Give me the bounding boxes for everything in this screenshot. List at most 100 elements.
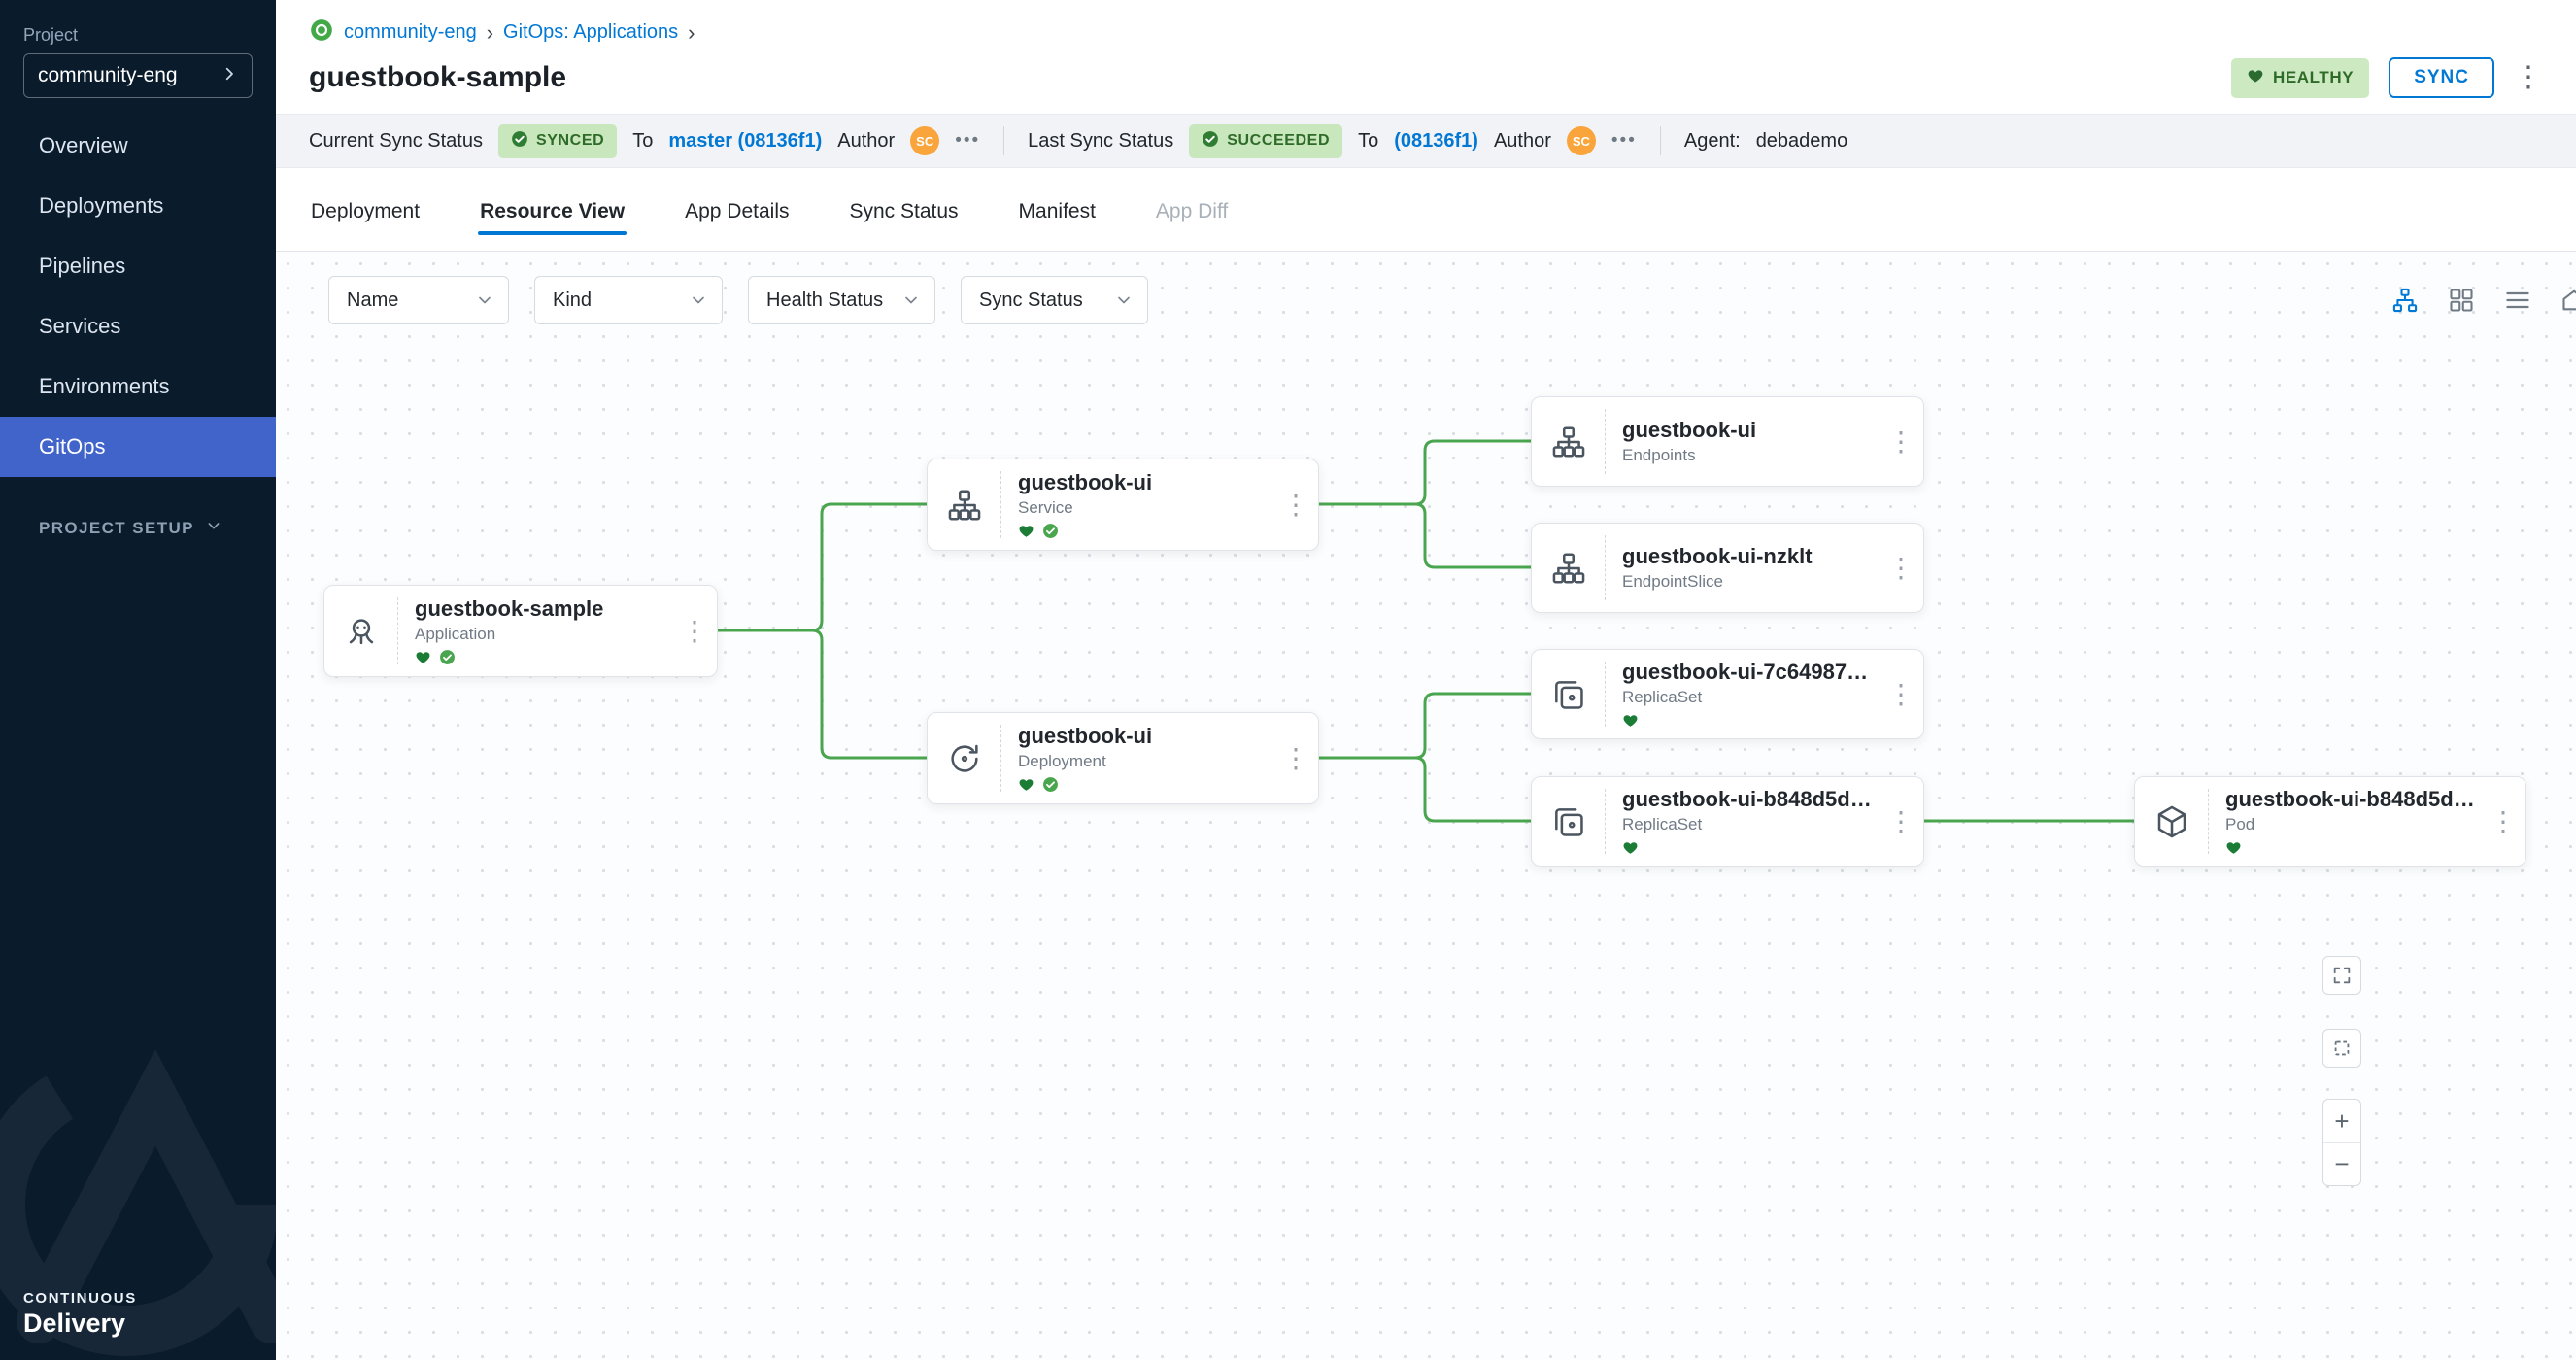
sidebar-item-services[interactable]: Services — [0, 296, 276, 357]
node-service-guestbook-ui[interactable]: guestbook-ui Service ⋮ — [927, 459, 1319, 551]
service-icon — [928, 471, 1001, 538]
node-status — [1622, 839, 1879, 856]
divider — [1660, 126, 1661, 155]
header-menu-kebab-icon[interactable]: ⋮ — [2514, 63, 2543, 92]
module-brand-delivery: Delivery — [23, 1309, 137, 1339]
node-replicaset-guestbook-ui-7c64987dc9[interactable]: guestbook-ui-7c64987dc9 ReplicaSet ⋮ — [1531, 649, 1924, 739]
screen: Project community-eng Overview Deploymen… — [0, 0, 2576, 1360]
node-kind: Application — [415, 625, 672, 644]
application-icon — [324, 597, 398, 664]
node-name: guestbook-ui-nzklt — [1622, 544, 1879, 569]
breadcrumb-applications-link[interactable]: GitOps: Applications — [503, 21, 678, 44]
node-status — [1018, 776, 1273, 793]
zoom-out-button[interactable]: − — [2323, 1142, 2360, 1185]
tab-sync-status[interactable]: Sync Status — [847, 200, 960, 251]
project-selector[interactable]: community-eng — [23, 53, 253, 98]
node-menu-kebab-icon[interactable]: ⋮ — [1273, 713, 1318, 803]
chevron-down-icon — [206, 518, 221, 538]
node-menu-kebab-icon[interactable]: ⋮ — [1879, 777, 1923, 866]
sidebar-item-environments[interactable]: Environments — [0, 357, 276, 417]
sidebar-item-pipelines[interactable]: Pipelines — [0, 236, 276, 296]
sidebar-item-gitops[interactable]: GitOps — [0, 417, 276, 477]
page-title: guestbook-sample — [309, 61, 566, 94]
node-name: guestbook-ui-b848d5d9d — [1622, 787, 1879, 812]
node-name: guestbook-ui-b848d5d9… — [2225, 787, 2481, 812]
more-dots-icon[interactable]: ••• — [955, 130, 980, 152]
sync-status-bar: Current Sync Status SYNCED To master (08… — [276, 114, 2576, 168]
fullscreen-button[interactable] — [2322, 956, 2361, 995]
main-area: community-eng › GitOps: Applications › g… — [276, 0, 2576, 1360]
zoom-in-button[interactable]: + — [2323, 1100, 2360, 1142]
succeeded-badge: SUCCEEDED — [1189, 124, 1342, 158]
node-application-guestbook-sample[interactable]: guestbook-sample Application ⋮ — [323, 585, 718, 677]
healthy-heart-icon — [1018, 523, 1034, 539]
header-actions: HEALTHY SYNC ⋮ — [2231, 57, 2543, 98]
tab-manifest[interactable]: Manifest — [1017, 200, 1098, 251]
last-revision-link[interactable]: (08136f1) — [1394, 130, 1478, 153]
node-menu-kebab-icon[interactable]: ⋮ — [1879, 397, 1923, 486]
heart-icon — [2247, 67, 2264, 89]
node-menu-kebab-icon[interactable]: ⋮ — [2481, 777, 2525, 866]
breadcrumb-separator: › — [487, 22, 493, 44]
resource-tree-canvas[interactable]: Name Kind Health Status Sync Status — [276, 252, 2576, 1360]
healthy-heart-icon — [415, 649, 431, 665]
node-endpoints-guestbook-ui[interactable]: guestbook-ui Endpoints ⋮ — [1531, 396, 1924, 487]
node-menu-kebab-icon[interactable]: ⋮ — [1879, 650, 1923, 738]
synced-check-icon — [1042, 523, 1059, 539]
node-status — [2225, 839, 2481, 856]
endpointslice-icon — [1532, 535, 1606, 600]
sidebar-item-label: Environments — [39, 374, 170, 399]
node-kind: ReplicaSet — [1622, 815, 1879, 834]
node-menu-kebab-icon[interactable]: ⋮ — [672, 586, 717, 676]
node-status — [1018, 523, 1273, 539]
breadcrumb: community-eng › GitOps: Applications › — [309, 17, 2543, 48]
synced-check-icon — [439, 649, 456, 665]
fit-view-button[interactable] — [2322, 1029, 2361, 1068]
synced-check-icon — [1042, 776, 1059, 793]
sidebar-item-label: Services — [39, 314, 120, 339]
zoom-controls: + − — [2322, 1099, 2361, 1186]
more-dots-icon[interactable]: ••• — [1611, 130, 1637, 152]
node-name: guestbook-ui — [1622, 418, 1879, 443]
node-replicaset-guestbook-ui-b848d5d9d[interactable]: guestbook-ui-b848d5d9d ReplicaSet ⋮ — [1531, 776, 1924, 867]
chevron-right-icon — [220, 65, 238, 87]
tab-app-diff[interactable]: App Diff — [1154, 200, 1230, 251]
last-sync-status-label: Last Sync Status — [1028, 130, 1173, 153]
sidebar: Project community-eng Overview Deploymen… — [0, 0, 276, 1360]
node-deployment-guestbook-ui[interactable]: guestbook-ui Deployment ⋮ — [927, 712, 1319, 804]
project-setup-toggle[interactable]: PROJECT SETUP — [0, 518, 276, 538]
tab-resource-view[interactable]: Resource View — [478, 200, 627, 251]
healthy-heart-icon — [2225, 839, 2242, 856]
author-label: Author — [1494, 130, 1551, 153]
sidebar-item-overview[interactable]: Overview — [0, 116, 276, 176]
node-kind: EndpointSlice — [1622, 572, 1879, 592]
health-badge-label: HEALTHY — [2273, 68, 2354, 87]
fit-view-icon — [2331, 1037, 2353, 1059]
succeeded-badge-label: SUCCEEDED — [1227, 132, 1330, 150]
gitops-app-icon — [309, 17, 334, 48]
agent-label: Agent: — [1684, 130, 1741, 153]
current-revision-link[interactable]: master (08136f1) — [668, 130, 822, 153]
sync-button[interactable]: SYNC — [2389, 57, 2494, 98]
node-kind: ReplicaSet — [1622, 688, 1879, 707]
node-menu-kebab-icon[interactable]: ⋮ — [1273, 459, 1318, 550]
breadcrumb-project-link[interactable]: community-eng — [344, 21, 477, 44]
node-kind: Service — [1018, 498, 1273, 518]
node-kind: Deployment — [1018, 752, 1273, 771]
tab-deployment[interactable]: Deployment — [309, 200, 422, 251]
node-pod-guestbook-ui-b848d5d9[interactable]: guestbook-ui-b848d5d9… Pod ⋮ — [2134, 776, 2526, 867]
tab-app-details[interactable]: App Details — [683, 200, 791, 251]
author-label: Author — [837, 130, 895, 153]
sidebar-item-deployments[interactable]: Deployments — [0, 176, 276, 236]
to-label: To — [632, 130, 653, 153]
node-endpointslice-guestbook-ui-nzklt[interactable]: guestbook-ui-nzklt EndpointSlice ⋮ — [1531, 523, 1924, 613]
node-kind: Endpoints — [1622, 446, 1879, 465]
fullscreen-icon — [2331, 965, 2353, 986]
healthy-heart-icon — [1622, 839, 1639, 856]
node-menu-kebab-icon[interactable]: ⋮ — [1879, 524, 1923, 612]
node-status — [1622, 712, 1879, 729]
check-circle-icon — [1202, 130, 1219, 153]
app-tabs: Deployment Resource View App Details Syn… — [276, 168, 2576, 252]
author-avatar: SC — [910, 126, 939, 155]
sidebar-nav: Overview Deployments Pipelines Services … — [0, 116, 276, 477]
